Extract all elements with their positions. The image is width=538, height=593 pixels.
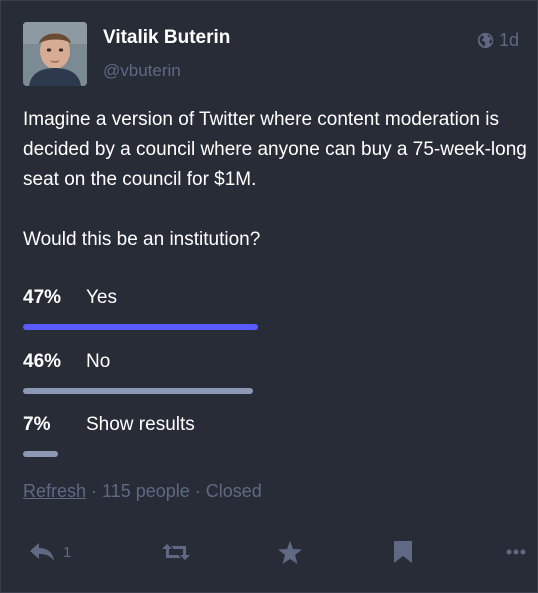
poll-option-yes: 47% Yes — [23, 287, 523, 330]
boost-icon — [162, 544, 190, 560]
more-button[interactable] — [506, 535, 526, 569]
poll-bar — [23, 388, 253, 394]
poll-bar — [23, 451, 58, 457]
bookmark-button[interactable] — [394, 535, 412, 569]
reply-icon — [30, 543, 54, 561]
reply-button[interactable]: 1 — [29, 535, 71, 569]
poll-percent: 46% — [23, 351, 62, 372]
poll-percent: 7% — [23, 414, 51, 435]
poll-percent: 47% — [23, 287, 62, 308]
status-card: Vitalik Buterin @vbuterin 1d Imagine a v… — [0, 0, 538, 593]
favourite-button[interactable] — [278, 535, 302, 569]
status-meta: 1d — [477, 30, 519, 51]
boost-button[interactable] — [162, 535, 190, 569]
globe-icon — [477, 32, 494, 49]
reply-count: 1 — [63, 543, 72, 561]
more-icon — [506, 549, 526, 555]
poll-option-label: No — [86, 351, 111, 372]
poll-option-show-results: 7% Show results — [23, 414, 523, 457]
bookmark-icon — [394, 541, 412, 563]
poll-bar — [23, 324, 258, 330]
content-paragraph: Would this be an institution? — [23, 229, 261, 250]
content-paragraph: Imagine a version of Twitter where conte… — [23, 109, 527, 190]
poll-footer: Refresh · 115 people · Closed — [23, 481, 262, 502]
poll-option-label: Show results — [86, 414, 195, 435]
poll-option-label: Yes — [86, 287, 117, 308]
avatar[interactable] — [23, 22, 87, 86]
poll-option-no: 46% No — [23, 351, 523, 394]
status-content: Imagine a version of Twitter where conte… — [23, 105, 528, 255]
action-bar: 1 — [1, 535, 538, 569]
separator: · — [86, 481, 103, 501]
separator: · — [189, 481, 206, 501]
poll-status: Closed — [205, 481, 262, 501]
star-icon — [278, 540, 302, 564]
refresh-link[interactable]: Refresh — [23, 481, 86, 501]
avatar-image — [23, 22, 87, 86]
display-name[interactable]: Vitalik Buterin — [103, 27, 230, 49]
account-handle[interactable]: @vbuterin — [103, 61, 181, 81]
poll-voters: 115 people — [102, 481, 190, 501]
relative-time[interactable]: 1d — [499, 30, 519, 51]
